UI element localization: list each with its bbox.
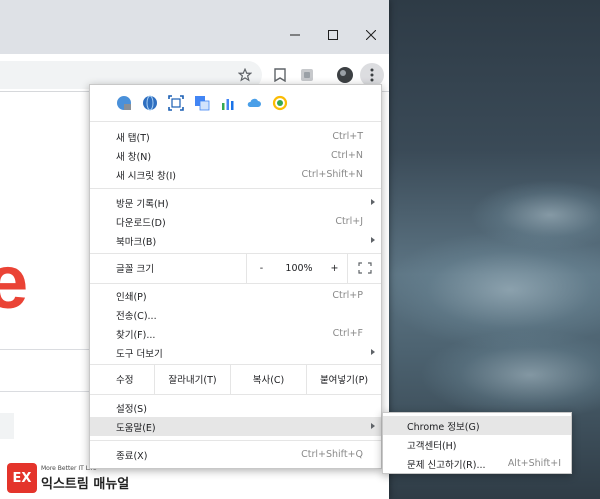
menu-item-label: 전송(C)...	[116, 310, 157, 322]
menu-item-shortcut: Ctrl+F	[332, 328, 363, 339]
page-divider	[0, 391, 89, 392]
page-logo-fragment: e	[0, 240, 29, 325]
fullscreen-icon	[357, 262, 372, 274]
menu-item-label: 새 탭(T)	[116, 132, 150, 144]
menu-item-label: 새 창(N)	[116, 151, 152, 163]
menu-separator	[90, 394, 381, 395]
submenu-arrow-icon	[371, 237, 375, 243]
edit-row: 수정 잘라내기(T) 복사(C) 붙여넣기(P)	[90, 364, 381, 394]
menu-item-new-incognito-window[interactable]: 새 시크릿 창(I) Ctrl+Shift+N	[90, 165, 381, 184]
translate-icon[interactable]	[194, 95, 210, 111]
fullscreen-button[interactable]	[347, 253, 381, 283]
menu-item-new-window[interactable]: 새 창(N) Ctrl+N	[90, 146, 381, 165]
menu-item-new-tab[interactable]: 새 탭(T) Ctrl+T	[90, 127, 381, 146]
menu-item-label: 다운로드(D)	[116, 217, 166, 229]
submenu-arrow-icon	[371, 199, 375, 205]
menu-item-cast[interactable]: 전송(C)...	[90, 305, 381, 324]
globe-icon[interactable]	[142, 95, 158, 111]
chart-icon[interactable]	[220, 95, 236, 111]
menu-item-find[interactable]: 찾기(F)... Ctrl+F	[90, 324, 381, 343]
menu-separator	[90, 440, 381, 441]
menu-item-label: 북마크(B)	[116, 236, 157, 248]
cloud-icon[interactable]	[246, 95, 262, 111]
menu-item-settings[interactable]: 설정(S)	[90, 398, 381, 417]
page-divider	[0, 349, 89, 350]
extension-icons-row	[90, 85, 381, 121]
submenu-item-about-chrome[interactable]: Chrome 정보(G)	[383, 416, 571, 435]
menu-item-shortcut: Ctrl+Shift+Q	[301, 449, 363, 460]
minimize-icon	[290, 34, 300, 36]
submenu-item-help-center[interactable]: 고객센터(H)	[383, 435, 571, 454]
menu-item-label: 설정(S)	[116, 403, 147, 415]
copy-button[interactable]: 복사(C)	[230, 364, 306, 394]
close-icon	[366, 30, 376, 40]
zoom-out-button[interactable]: -	[246, 253, 276, 283]
submenu-item-label: Chrome 정보(G)	[407, 421, 480, 433]
submenu-arrow-icon	[371, 423, 375, 429]
menu-item-bookmarks[interactable]: 북마크(B)	[90, 231, 381, 250]
menu-item-label: 인쇄(P)	[116, 291, 147, 303]
menu-item-label: 방문 기록(H)	[116, 198, 169, 210]
zoom-in-button[interactable]: +	[322, 263, 347, 274]
menu-item-shortcut: Ctrl+Shift+N	[301, 169, 363, 180]
title-bar	[0, 0, 389, 54]
close-button[interactable]	[348, 20, 394, 50]
zoom-row: 글꼴 크기 - 100% +	[90, 253, 381, 283]
more-vert-icon	[370, 68, 374, 82]
menu-item-label: 도움말(E)	[116, 422, 156, 434]
menu-separator	[90, 283, 381, 284]
submenu-item-label: 고객센터(H)	[407, 440, 457, 452]
menu-item-history[interactable]: 방문 기록(H)	[90, 193, 381, 212]
zoom-level: 100%	[285, 262, 313, 274]
search-icon[interactable]	[272, 95, 288, 111]
menu-item-label: 새 시크릿 창(I)	[116, 170, 176, 182]
paste-button[interactable]: 붙여넣기(P)	[306, 364, 381, 394]
submenu-arrow-icon	[371, 349, 375, 355]
submenu-item-label: 문제 신고하기(R)...	[407, 459, 486, 471]
menu-item-shortcut: Ctrl+T	[332, 131, 363, 142]
menu-item-label: 도구 더보기	[116, 348, 163, 360]
menu-item-exit[interactable]: 종료(X) Ctrl+Shift+Q	[90, 445, 381, 464]
menu-item-more-tools[interactable]: 도구 더보기	[90, 343, 381, 362]
menu-item-shortcut: Ctrl+J	[335, 216, 363, 227]
menu-separator	[90, 188, 381, 189]
watermark-name: 익스트림 매뉴얼	[41, 477, 130, 492]
submenu-item-report-issue[interactable]: 문제 신고하기(R)... Alt+Shift+I	[383, 454, 571, 473]
menu-item-downloads[interactable]: 다운로드(D) Ctrl+J	[90, 212, 381, 231]
zoom-label: 글꼴 크기	[116, 264, 154, 275]
menu-separator	[90, 121, 381, 122]
help-submenu: Chrome 정보(G) 고객센터(H) 문제 신고하기(R)... Alt+Sh…	[382, 412, 572, 474]
edit-label: 수정	[116, 375, 134, 386]
menu-item-shortcut: Ctrl+N	[331, 150, 363, 161]
maximize-icon	[328, 30, 338, 40]
chrome-main-menu: 새 탭(T) Ctrl+T 새 창(N) Ctrl+N 새 시크릿 창(I) Ctrl…	[89, 84, 382, 469]
screenshot-icon[interactable]	[168, 95, 184, 111]
menu-item-help[interactable]: 도움말(E)	[90, 417, 381, 436]
menu-item-label: 종료(X)	[116, 450, 148, 462]
submenu-item-shortcut: Alt+Shift+I	[507, 458, 561, 469]
menu-item-label: 찾기(F)...	[116, 329, 156, 341]
menu-item-shortcut: Ctrl+P	[332, 290, 363, 301]
chrome-web-icon[interactable]	[116, 95, 132, 111]
watermark-logo: EX	[7, 463, 37, 493]
cut-button[interactable]: 잘라내기(T)	[154, 364, 230, 394]
menu-item-print[interactable]: 인쇄(P) Ctrl+P	[90, 286, 381, 305]
page-grey-box	[0, 413, 14, 439]
